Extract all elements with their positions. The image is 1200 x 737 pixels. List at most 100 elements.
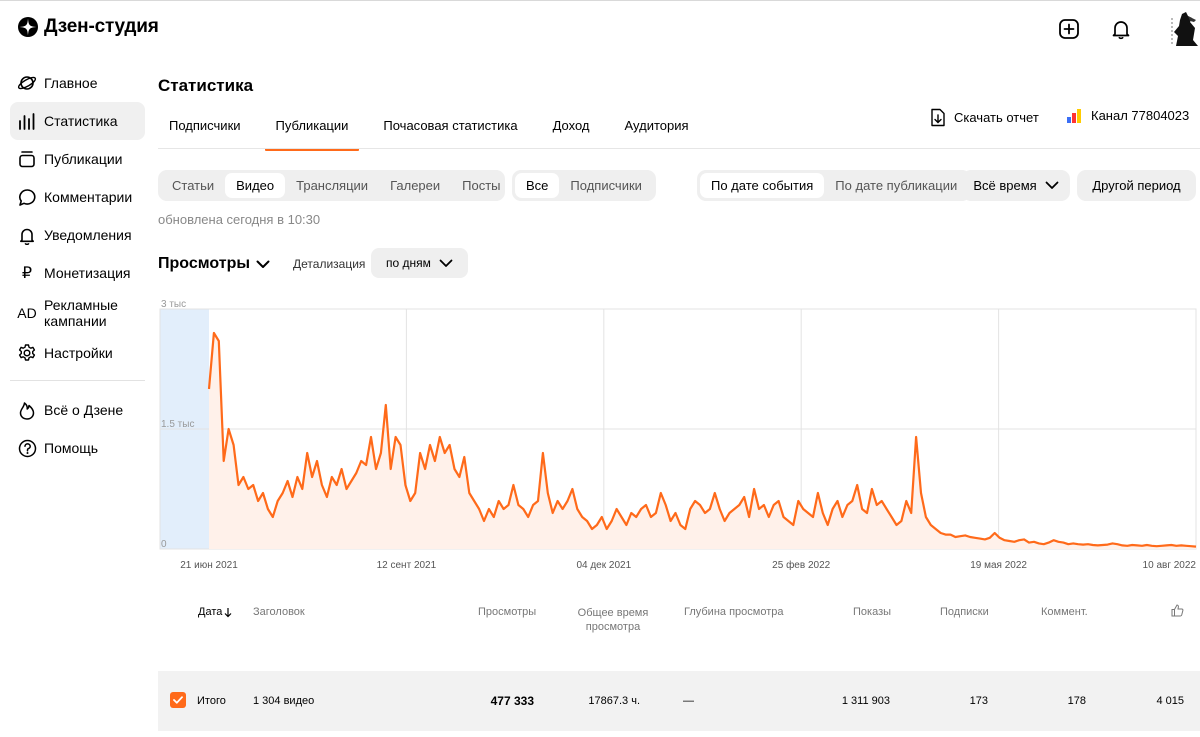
channel-chart-icon	[1067, 108, 1081, 123]
total-label: Итого	[197, 695, 226, 707]
bell-icon	[16, 224, 38, 246]
other-period-button[interactable]: Другой период	[1077, 170, 1196, 201]
filter-posts[interactable]: Посты	[451, 173, 511, 198]
gear-icon	[16, 342, 38, 364]
sidebar-item-settings[interactable]: Настройки	[10, 334, 145, 372]
tab-publications[interactable]: Публикации	[264, 110, 360, 151]
sidebar-item-label: Статистика	[44, 113, 118, 129]
tab-hourly[interactable]: Почасовая статистика	[372, 110, 528, 151]
top-border	[0, 0, 1200, 1]
filter-video[interactable]: Видео	[225, 173, 286, 198]
sidebar-item-label: Всё о Дзене	[44, 402, 124, 418]
filter-by-event-date[interactable]: По дате события	[700, 173, 825, 198]
filter-streams[interactable]: Трансляции	[285, 173, 379, 198]
bar-chart-icon	[16, 110, 38, 132]
audience-filter: Все Подписчики	[512, 170, 656, 201]
channel-label: Канал 77804023	[1091, 108, 1190, 123]
x-tick-label: 04 дек 2021	[576, 560, 631, 571]
y-tick-label: 0	[161, 539, 167, 550]
zen-logo-icon	[18, 17, 38, 37]
column-subscriptions[interactable]: Подписки	[940, 606, 989, 618]
stats-tabs: Подписчики Публикации Почасовая статисти…	[158, 110, 700, 151]
sidebar-item-statistics[interactable]: Статистика	[10, 102, 145, 140]
add-square-icon[interactable]	[1058, 18, 1080, 40]
total-views: 477 333	[490, 694, 534, 708]
detail-value: по дням	[386, 256, 431, 270]
tab-income[interactable]: Доход	[542, 110, 601, 151]
app-title: Дзен-студия	[44, 16, 159, 37]
table-header: Дата Заголовок Просмотры Общее время про…	[158, 604, 1200, 646]
column-views[interactable]: Просмотры	[478, 606, 536, 618]
sidebar-item-label: Монетизация	[44, 265, 131, 281]
sidebar-item-label: Главное	[44, 75, 98, 91]
total-impressions: 1 311 903	[841, 695, 890, 707]
total-depth: —	[683, 695, 694, 707]
column-comments[interactable]: Коммент.	[1041, 606, 1088, 618]
total-checkbox[interactable]	[170, 692, 186, 708]
checkmark-icon	[173, 696, 183, 704]
sidebar: Главное Статистика Публикации Комментари…	[10, 64, 145, 467]
sidebar-item-about-zen[interactable]: Всё о Дзене	[10, 391, 145, 429]
filter-subscribers[interactable]: Подписчики	[559, 173, 653, 198]
tab-subscribers[interactable]: Подписчики	[158, 110, 252, 151]
total-title: 1 304 видео	[253, 695, 315, 707]
metric-label: Просмотры	[158, 255, 251, 272]
flame-icon	[16, 399, 38, 421]
filter-articles[interactable]: Статьи	[161, 173, 225, 198]
sidebar-item-label: Уведомления	[44, 227, 132, 243]
x-tick-label: 10 авг 2022	[1143, 560, 1197, 571]
app-logo[interactable]: Дзен-студия	[18, 16, 159, 38]
sidebar-item-publications[interactable]: Публикации	[10, 140, 145, 178]
column-title[interactable]: Заголовок	[253, 606, 305, 618]
sidebar-item-help[interactable]: Помощь	[10, 429, 145, 467]
column-date[interactable]: Дата	[198, 606, 232, 618]
comment-icon	[16, 186, 38, 208]
sidebar-item-notifications[interactable]: Уведомления	[10, 216, 145, 254]
x-tick-label: 21 июн 2021	[180, 560, 238, 571]
download-report-label: Скачать отчет	[954, 110, 1039, 125]
total-comments: 178	[1067, 695, 1086, 707]
sort-arrow-icon	[224, 607, 232, 617]
sidebar-item-label: Помощь	[44, 440, 99, 456]
sidebar-item-label: Публикации	[44, 151, 123, 167]
total-watch-time: 17867.3 ч.	[588, 695, 640, 707]
download-file-icon	[931, 108, 945, 127]
tab-audience[interactable]: Аудитория	[614, 110, 700, 151]
detail-label: Детализация	[293, 257, 366, 271]
like-icon	[1171, 604, 1184, 617]
updated-timestamp: обновлена сегодня в 10:30	[158, 212, 321, 227]
sidebar-item-main[interactable]: Главное	[10, 64, 145, 102]
series-area	[209, 333, 1196, 549]
column-watch-time[interactable]: Общее время просмотра	[568, 606, 658, 634]
sidebar-item-label: Комментарии	[44, 189, 133, 205]
column-likes[interactable]	[1171, 604, 1184, 620]
column-date-label: Дата	[198, 606, 223, 618]
y-tick-label: 3 тыс	[161, 299, 186, 310]
other-period-label: Другой период	[1092, 178, 1181, 193]
x-tick-label: 19 мая 2022	[970, 560, 1027, 571]
period-dropdown[interactable]: Всё время	[962, 170, 1070, 201]
bell-icon[interactable]	[1110, 18, 1132, 40]
views-chart[interactable]: 21 июн 2021 12 сент 2021 04 дек 2021 25 фев…	[158, 296, 1200, 576]
total-likes: 4 015	[1156, 695, 1184, 707]
ad-icon: AD	[17, 305, 37, 321]
sidebar-item-ad-campaigns[interactable]: AD Рекламные кампании	[10, 292, 145, 334]
channel-selector[interactable]: Канал 77804023	[1067, 108, 1189, 123]
column-depth[interactable]: Глубина просмотра	[684, 606, 783, 618]
content-type-filter: Статьи Видео Трансляции Галереи Посты	[158, 170, 505, 201]
metric-dropdown[interactable]: Просмотры	[158, 255, 270, 273]
x-tick-label: 25 фев 2022	[772, 559, 830, 571]
header-actions	[1040, 10, 1200, 50]
filter-all[interactable]: Все	[515, 173, 560, 198]
publications-icon	[16, 148, 38, 170]
filter-by-publication-date[interactable]: По дате публикации	[824, 173, 968, 198]
page-title: Статистика	[158, 76, 254, 95]
avatar[interactable]	[1168, 10, 1200, 46]
sidebar-item-label: Настройки	[44, 345, 113, 361]
sidebar-item-comments[interactable]: Комментарии	[10, 178, 145, 216]
detail-dropdown[interactable]: по дням	[371, 248, 468, 278]
sidebar-item-monetization[interactable]: ₽ Монетизация	[10, 254, 145, 292]
filter-galleries[interactable]: Галереи	[379, 173, 451, 198]
column-impressions[interactable]: Показы	[853, 606, 891, 618]
download-report-button[interactable]: Скачать отчет	[930, 108, 1039, 127]
